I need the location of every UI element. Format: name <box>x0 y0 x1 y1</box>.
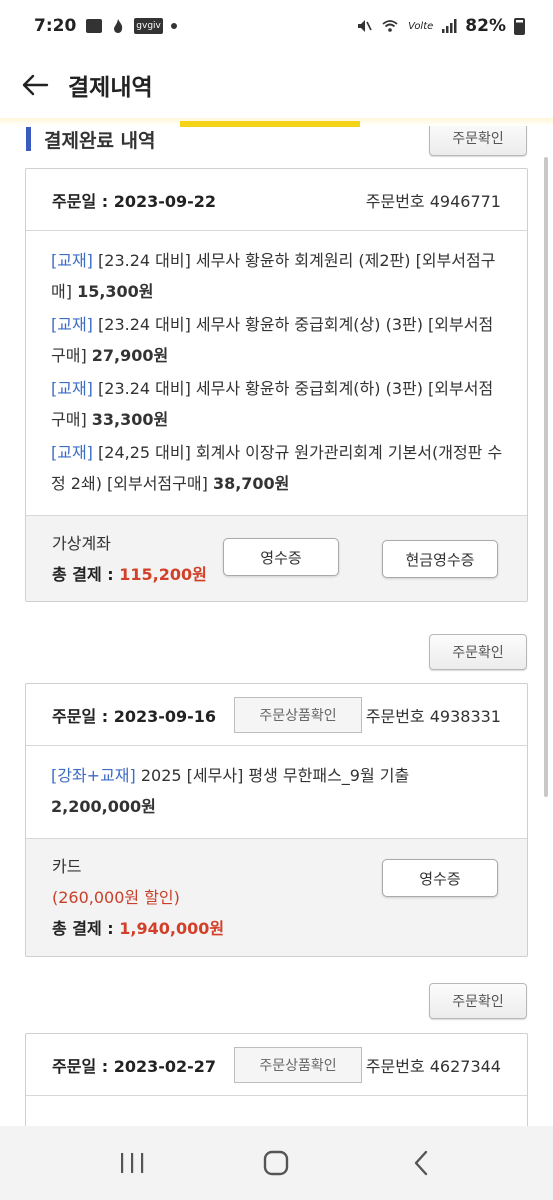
item-price: 15,300원 <box>77 282 154 301</box>
order-confirm-button[interactable]: 주문확인 <box>429 983 527 1019</box>
home-button[interactable] <box>246 1138 306 1188</box>
order-confirm-button[interactable]: 주문확인 <box>429 126 527 156</box>
chevron-left-icon <box>414 1150 428 1176</box>
receipt-button[interactable]: 영수증 <box>382 859 498 897</box>
item-tag: [강좌+교재] <box>51 766 136 785</box>
scrollbar[interactable] <box>544 157 548 797</box>
recents-icon <box>121 1153 144 1173</box>
item-tag: [교재] <box>51 251 93 270</box>
section-title-text: 결제완료 내역 <box>44 129 156 152</box>
order-date: 주문일 : 2023-09-22 <box>52 191 217 211</box>
fire-icon <box>114 19 123 33</box>
order-items-check-button[interactable]: 주문상품확인 <box>234 1046 363 1083</box>
payment-summary: 가상계좌 총 결제 : 115,200원 영수증 현금영수증 <box>26 515 527 601</box>
order-card: 주문일 : 2023-09-16 주문상품확인 주문번호 4938331 [강좌… <box>25 683 528 957</box>
order-item[interactable]: [강좌+교재] 2025 [세무사] 평생 무한패스_9월 기출 2,200,0… <box>51 760 503 822</box>
receipt-button[interactable]: 영수증 <box>223 538 339 576</box>
order-item[interactable]: [교재] [23.24 대비] 세무사 황윤하 중급회계(상) (3판) [외부… <box>51 309 503 371</box>
order-item[interactable]: [교재] [24,25 대비] 회계사 이장규 원가관리회계 기본서(개정판 수… <box>51 437 503 499</box>
total-value: 115,200원 <box>119 565 207 584</box>
signal-icon <box>442 19 457 33</box>
volte-label: Volte <box>408 20 434 32</box>
order-header: 주문일 : 2023-09-22 주문번호 4946771 <box>26 169 527 231</box>
wifi-icon <box>382 20 398 32</box>
item-tag: [교재] <box>51 315 93 334</box>
order-number: 주문번호 4627344 <box>365 1056 501 1076</box>
recent-apps-button[interactable] <box>102 1138 162 1188</box>
payment-summary: 카드 (260,000원 할인) 총 결제 : 1,940,000원 영수증 <box>26 838 527 956</box>
gallery-icon <box>86 19 103 33</box>
order-date: 주문일 : 2023-02-27 <box>52 1056 217 1076</box>
order-items-check-button[interactable]: 주문상품확인 <box>234 696 363 733</box>
order-confirm-button[interactable]: 주문확인 <box>429 634 527 670</box>
item-price: 38,700원 <box>212 474 290 493</box>
item-title: 2025 [세무사] 평생 무한패스_9월 기출 <box>135 766 410 785</box>
back-nav-button[interactable] <box>391 1138 451 1188</box>
order-items: [교재] [23.24 대비] 세무사 황윤하 회계원리 (제2판) [외부서점… <box>26 231 527 515</box>
order-number: 주문번호 4946771 <box>365 191 501 211</box>
section-marker <box>26 127 31 151</box>
battery-icon <box>514 17 525 35</box>
item-tag: [교재] <box>51 379 93 398</box>
total-label: 총 결제 : <box>52 565 120 584</box>
notification-icons: gvgiv <box>86 18 177 34</box>
order-item[interactable]: [교재] [23.24 대비] 세무사 황윤하 중급회계(하) (3판) [외부… <box>51 373 503 435</box>
order-items: [강좌+교재] 2025 [세무사] 평생 무한패스_9월 기출 2,200,0… <box>26 746 527 838</box>
app-badge-icon: gvgiv <box>134 18 163 34</box>
section-title: 결제완료 내역 <box>26 126 156 152</box>
app-header: 결제내역 <box>0 52 553 118</box>
order-header: 주문일 : 2023-09-16 주문상품확인 주문번호 4938331 <box>26 684 527 746</box>
item-price: 27,900원 <box>91 346 169 365</box>
order-number: 주문번호 4938331 <box>365 706 501 726</box>
order-card: 주문일 : 2023-09-22 주문번호 4946771 [교재] [23.2… <box>25 168 528 602</box>
order-header: 주문일 : 2023-02-27 주문상품확인 주문번호 4627344 <box>26 1034 527 1096</box>
item-tag: [교재] <box>51 443 93 462</box>
status-time: 7:20 <box>34 16 77 36</box>
mute-icon <box>358 20 372 32</box>
order-history-list[interactable]: 결제완료 내역 주문확인 주문일 : 2023-09-22 주문번호 49467… <box>0 126 553 1126</box>
order-item[interactable]: [교재] [23.24 대비] 세무사 황윤하 회계원리 (제2판) [외부서점… <box>51 245 503 307</box>
order-card: 주문일 : 2023-02-27 주문상품확인 주문번호 4627344 <box>25 1033 528 1126</box>
system-icons: Volte 82% <box>356 16 525 36</box>
battery-percent: 82% <box>465 16 506 36</box>
more-dot-icon <box>170 23 177 29</box>
arrow-left-icon <box>22 74 49 96</box>
item-price: 33,300원 <box>91 410 169 429</box>
system-nav-bar <box>0 1126 553 1200</box>
home-icon <box>264 1150 289 1176</box>
cash-receipt-button[interactable]: 현금영수증 <box>382 540 498 578</box>
item-price: 2,200,000원 <box>51 797 156 816</box>
total-value: 1,940,000원 <box>119 919 225 938</box>
back-button[interactable] <box>0 52 70 118</box>
page-title: 결제내역 <box>68 75 153 101</box>
payment-total: 총 결제 : 1,940,000원 <box>52 913 501 944</box>
total-label: 총 결제 : <box>52 919 120 938</box>
order-date: 주문일 : 2023-09-16 <box>52 706 217 726</box>
status-bar: 7:20 gvgiv Volte 82% <box>0 0 553 52</box>
